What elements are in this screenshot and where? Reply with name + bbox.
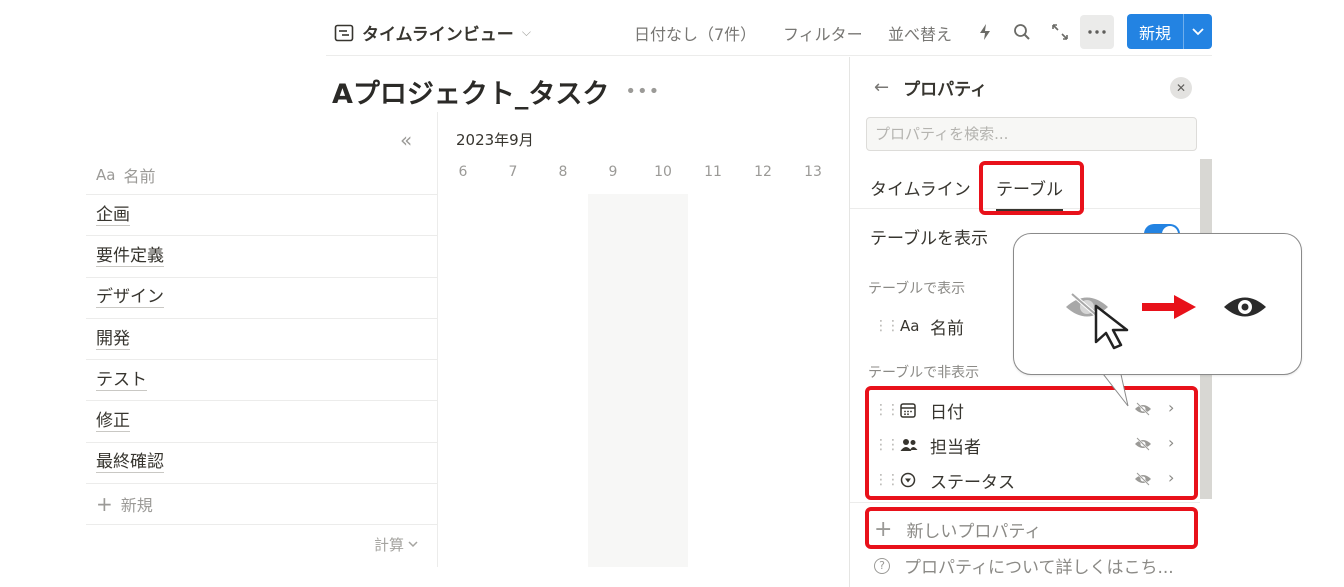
task-name: 企画 bbox=[96, 204, 130, 226]
name-column-header[interactable]: Aa 名前 bbox=[86, 155, 437, 195]
lightning-icon[interactable] bbox=[973, 20, 997, 44]
callout-bubble bbox=[1013, 233, 1302, 375]
task-name: 開発 bbox=[96, 328, 130, 350]
page-title: Aプロジェクト_タスク ••• bbox=[332, 72, 660, 111]
weekend-shade bbox=[588, 194, 688, 567]
add-row-button[interactable]: + 新規 bbox=[86, 484, 437, 526]
task-name: デザイン bbox=[96, 287, 164, 309]
close-icon[interactable]: ✕ bbox=[1170, 77, 1192, 99]
expand-icon[interactable] bbox=[1048, 20, 1072, 44]
task-name: 最終確認 bbox=[96, 452, 164, 474]
divider bbox=[850, 502, 1200, 503]
show-table-label: テーブルを表示 bbox=[870, 229, 988, 249]
task-name: 修正 bbox=[96, 411, 130, 433]
calculate-button[interactable]: 計算 bbox=[374, 534, 418, 555]
highlight-new-property bbox=[865, 507, 1198, 549]
no-date-button[interactable]: 日付なし（7件） bbox=[634, 21, 756, 45]
table-row[interactable]: テスト bbox=[86, 360, 437, 402]
property-label: 名前 bbox=[930, 318, 964, 339]
cursor-icon bbox=[1094, 304, 1129, 350]
property-search-input[interactable] bbox=[866, 117, 1197, 151]
timeline-month: 2023年9月 bbox=[456, 131, 534, 149]
back-arrow-icon[interactable]: ← bbox=[874, 77, 889, 98]
day-label: 11 bbox=[704, 164, 722, 180]
question-icon: ? bbox=[874, 557, 890, 574]
help-label: プロパティについて詳しくはこち... bbox=[904, 558, 1174, 578]
task-name: 要件定義 bbox=[96, 245, 164, 267]
toolbar: タイムラインビュー ⌵ 日付なし（7件） フィルター 並べ替え 新規 bbox=[326, 8, 1212, 56]
new-button-label: 新規 bbox=[1138, 23, 1171, 43]
text-type-icon: Aa bbox=[900, 317, 920, 335]
drag-handle-icon[interactable]: ⋮⋮ bbox=[874, 318, 900, 334]
panel-header: ← プロパティ bbox=[874, 75, 987, 100]
add-row-label: 新規 bbox=[120, 496, 153, 516]
chevron-down-icon: ⌵ bbox=[521, 25, 531, 39]
collapse-icon[interactable]: « bbox=[400, 128, 412, 152]
day-label: 10 bbox=[654, 164, 672, 180]
task-name: テスト bbox=[96, 369, 147, 391]
plus-icon: + bbox=[96, 492, 113, 517]
more-dots-icon bbox=[1088, 30, 1106, 34]
day-label: 6 bbox=[458, 164, 468, 180]
filter-button[interactable]: フィルター bbox=[783, 21, 863, 45]
table-row[interactable]: 修正 bbox=[86, 401, 437, 443]
timeline-days: 6 7 8 9 10 11 12 13 bbox=[438, 164, 848, 184]
day-label: 12 bbox=[754, 164, 772, 180]
timeline-area[interactable]: 2023年9月 6 7 8 9 10 11 12 13 bbox=[438, 112, 848, 567]
highlight-hidden-properties bbox=[865, 386, 1198, 500]
view-switcher[interactable]: タイムラインビュー ⌵ bbox=[334, 20, 531, 45]
name-header-label: 名前 bbox=[123, 166, 156, 186]
panel-title: プロパティ bbox=[903, 80, 988, 100]
hidden-section-label: テーブルで非表示 bbox=[868, 365, 980, 381]
sort-button[interactable]: 並べ替え bbox=[888, 21, 952, 45]
table-row[interactable]: 企画 bbox=[86, 195, 437, 237]
text-type-icon: Aa bbox=[96, 165, 116, 184]
shown-section-label: テーブルで表示 bbox=[868, 281, 966, 297]
page-title-text: Aプロジェクト_タスク bbox=[332, 79, 610, 110]
view-name: タイムラインビュー bbox=[362, 25, 514, 45]
table-row[interactable]: 要件定義 bbox=[86, 236, 437, 278]
callout-tail bbox=[1099, 370, 1129, 407]
more-options-button[interactable] bbox=[1080, 15, 1114, 49]
red-arrow-icon bbox=[1142, 295, 1196, 319]
task-list: 企画 要件定義 デザイン 開発 テスト 修正 最終確認 + 新規 bbox=[86, 195, 437, 526]
table-row[interactable]: 開発 bbox=[86, 319, 437, 361]
chevron-down-icon[interactable] bbox=[1183, 14, 1212, 49]
day-label: 13 bbox=[804, 164, 822, 180]
table-row[interactable]: デザイン bbox=[86, 278, 437, 319]
calc-label: 計算 bbox=[374, 536, 405, 554]
timeline-view-icon bbox=[334, 24, 354, 41]
more-dots-icon[interactable]: ••• bbox=[625, 81, 660, 102]
search-icon[interactable] bbox=[1010, 20, 1034, 44]
new-button[interactable]: 新規 bbox=[1127, 14, 1212, 49]
day-label: 9 bbox=[608, 164, 618, 180]
highlight-table-tab bbox=[979, 161, 1084, 215]
eye-icon bbox=[1224, 297, 1266, 317]
tab-timeline[interactable]: タイムライン bbox=[870, 175, 971, 200]
day-label: 7 bbox=[508, 164, 518, 180]
property-help-link[interactable]: ? プロパティについて詳しくはこち... bbox=[874, 553, 1174, 578]
table-row[interactable]: 最終確認 bbox=[86, 443, 437, 485]
chevron-down-icon bbox=[408, 541, 418, 548]
day-label: 8 bbox=[558, 164, 568, 180]
